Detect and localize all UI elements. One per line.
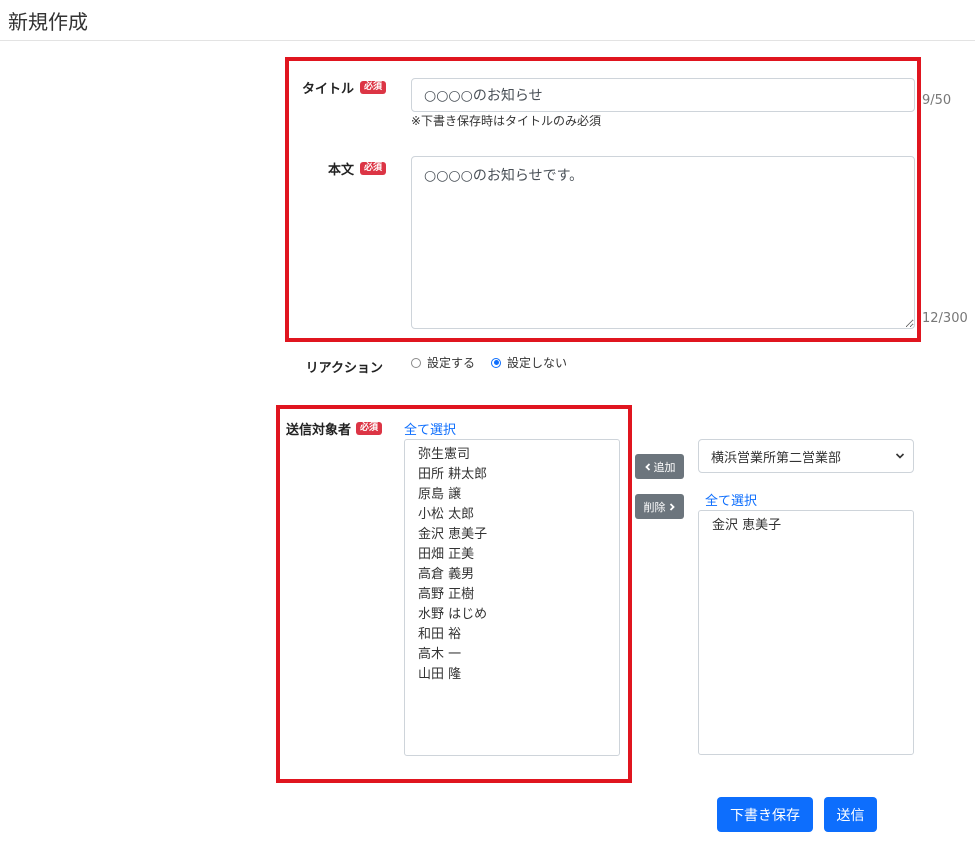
recipients-required-badge: 必須 [356,422,383,435]
title-hint: ※下書き保存時はタイトルのみ必須 [411,114,602,128]
save-draft-button[interactable]: 下書き保存 [717,797,813,832]
available-user-item[interactable]: 弥生憲司 [418,445,619,465]
chevron-right-icon [669,502,675,511]
title-label: タイトル [301,82,354,97]
title-counter: 9/50 [922,93,952,108]
available-user-item[interactable]: 金沢 恵美子 [418,525,619,545]
chevron-down-icon [895,453,905,459]
available-user-item[interactable]: 高木 一 [418,645,619,665]
title-divider [0,40,975,41]
reaction-option-off-label[interactable]: 設定しない [507,354,567,371]
available-user-item[interactable]: 山田 隆 [418,665,619,685]
available-user-item[interactable]: 田畑 正美 [418,545,619,565]
department-select-value: 横浜営業所第二営業部 [711,450,842,466]
selected-users-list[interactable]: 金沢 恵美子 [698,510,914,755]
available-user-item[interactable]: 田所 耕太郎 [418,465,619,485]
select-all-available-link[interactable]: 全て選択 [404,419,456,438]
reaction-label: リアクション [305,361,383,376]
reaction-radio-on[interactable] [411,357,421,368]
recipients-label-group: 送信対象者 必須 [286,419,383,438]
recipients-label: 送信対象者 [286,423,352,438]
available-user-item[interactable]: 原島 譲 [418,485,619,505]
available-user-item[interactable]: 小松 太郎 [418,505,619,525]
body-label-group: 本文 必須 [296,159,386,178]
available-users-list[interactable]: 弥生憲司 田所 耕太郎 原島 譲 小松 太郎 金沢 恵美子 田畑 正美 高倉 義… [404,439,620,756]
available-user-item[interactable]: 高野 正樹 [418,585,619,605]
department-select[interactable]: 横浜営業所第二営業部 [698,439,914,473]
body-counter: 12/300 [922,311,968,326]
body-textarea[interactable]: ○○○○のお知らせです。 [411,156,915,329]
body-required-badge: 必須 [359,162,386,175]
page-title: 新規作成 [8,10,88,34]
add-recipient-button[interactable]: 追加 [635,454,684,479]
title-label-group: タイトル 必須 [296,78,386,97]
available-user-item[interactable]: 高倉 義男 [418,565,619,585]
chevron-left-icon [644,462,650,471]
remove-recipient-button[interactable]: 削除 [635,494,684,519]
reaction-options: 設定する 設定しない [411,354,567,371]
body-label: 本文 [327,163,354,178]
title-input[interactable] [411,78,915,112]
add-button-label: 追加 [653,460,676,474]
available-user-item[interactable]: 和田 裕 [418,625,619,645]
available-user-item[interactable]: 水野 はじめ [418,605,619,625]
reaction-option-on-label[interactable]: 設定する [427,354,475,371]
remove-button-label: 削除 [643,500,666,514]
title-required-badge: 必須 [359,81,386,94]
select-all-selected-link[interactable]: 全て選択 [705,490,757,509]
reaction-radio-off[interactable] [491,357,502,368]
send-button[interactable]: 送信 [824,797,877,832]
selected-user-item[interactable]: 金沢 恵美子 [712,516,913,536]
